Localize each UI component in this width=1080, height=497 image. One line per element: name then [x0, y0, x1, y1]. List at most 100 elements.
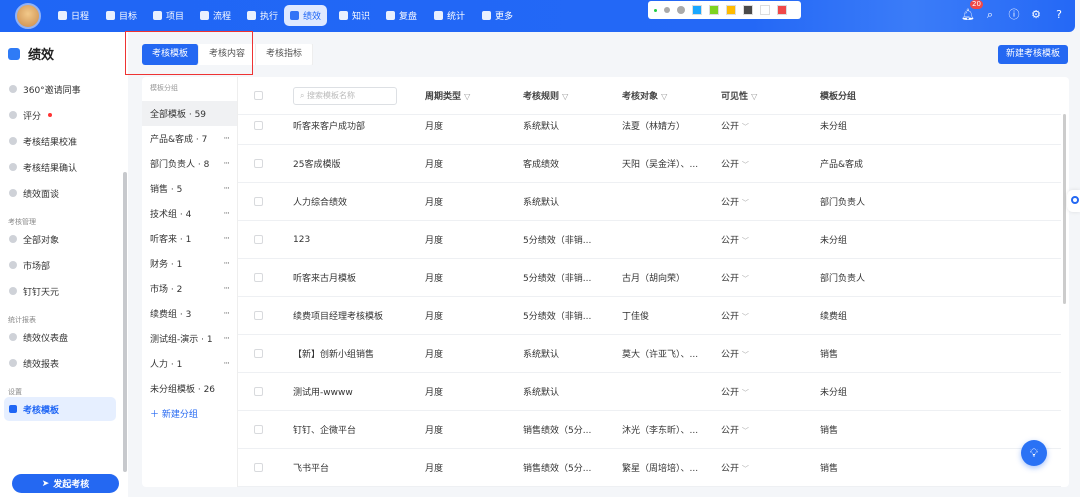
more-icon[interactable]: ···	[223, 359, 230, 369]
group-item[interactable]: 市场 · 2 ···	[142, 276, 237, 301]
sidebar-item[interactable]: 钉钉天元	[4, 279, 116, 303]
visibility-select[interactable]: 公开 ﹀	[721, 461, 749, 474]
filter-icon[interactable]: ▽	[751, 92, 757, 101]
sidebar-item[interactable]: 考核结果确认	[4, 155, 116, 179]
table-row[interactable]: 人力综合绩效 月度 系统默认 公开 ﹀ 部门负责人	[238, 183, 1061, 221]
header-visibility[interactable]: 可见性 ▽	[721, 89, 757, 102]
filter-icon[interactable]: ▽	[562, 92, 568, 101]
header-rule[interactable]: 考核规则 ▽	[523, 89, 568, 102]
tab-content[interactable]: 考核内容	[199, 44, 257, 65]
new-template-button[interactable]: 新建考核模板	[998, 45, 1068, 64]
nav-5[interactable]: 绩效	[284, 5, 328, 26]
more-icon[interactable]: ···	[223, 234, 230, 244]
row-checkbox[interactable]	[254, 159, 263, 168]
color-swatch[interactable]	[743, 5, 753, 15]
select-all-checkbox[interactable]	[254, 91, 263, 100]
row-checkbox[interactable]	[254, 197, 263, 206]
nav-3[interactable]: 流程	[194, 5, 237, 26]
help-icon[interactable]: ?	[1053, 9, 1065, 21]
new-group-button[interactable]: ＋ 新建分组	[150, 407, 198, 420]
nav-8[interactable]: 统计	[428, 5, 471, 26]
color-swatch[interactable]	[760, 5, 770, 15]
header-target[interactable]: 考核对象 ▽	[622, 89, 667, 102]
table-row[interactable]: 【新】创新小组销售 月度 系统默认 莫大（许亚飞）、... 公开 ﹀ 销售	[238, 335, 1061, 373]
visibility-select[interactable]: 公开 ﹀	[721, 385, 749, 398]
more-icon[interactable]: ···	[223, 184, 230, 194]
header-cycle[interactable]: 周期类型 ▽	[425, 89, 470, 102]
visibility-select[interactable]: 公开 ﹀	[721, 347, 749, 360]
color-swatch[interactable]	[692, 5, 702, 15]
group-item[interactable]: 人力 · 1 ···	[142, 351, 237, 376]
nav-9[interactable]: 更多	[476, 5, 519, 26]
nav-0[interactable]: 日程	[52, 5, 95, 26]
sidebar-scrollbar[interactable]	[123, 172, 127, 472]
sidebar-item[interactable]: 评分	[4, 103, 116, 127]
sidebar-item[interactable]: 360°邀请同事	[4, 77, 116, 101]
color-swatch[interactable]	[709, 5, 719, 15]
table-row[interactable]: 飞书平台 月度 销售绩效（5分... 繁星（周培培）、... 公开 ﹀ 销售	[238, 449, 1061, 487]
table-row[interactable]: 续费项目经理考核模板 月度 5分绩效（非销... 丁佳俊 公开 ﹀ 续费组	[238, 297, 1061, 335]
group-item[interactable]: 测试组-演示 · 1 ···	[142, 326, 237, 351]
more-icon[interactable]: ···	[223, 209, 230, 219]
sidebar-item[interactable]: 市场部	[4, 253, 116, 277]
group-item[interactable]: 销售 · 5 ···	[142, 176, 237, 201]
visibility-select[interactable]: 公开 ﹀	[721, 423, 749, 436]
dot-size-large[interactable]	[677, 6, 685, 14]
row-checkbox[interactable]	[254, 235, 263, 244]
group-item[interactable]: 未分组模板 · 26	[142, 376, 237, 401]
info-icon[interactable]: ⓘ	[1008, 9, 1020, 21]
sidebar-item[interactable]: 绩效仪表盘	[4, 325, 116, 349]
visibility-select[interactable]: 公开 ﹀	[721, 119, 749, 132]
sidebar-item[interactable]: 考核模板	[4, 397, 116, 421]
table-row[interactable]: 测试用-wwww 月度 系统默认 公开 ﹀ 未分组	[238, 373, 1061, 411]
table-row[interactable]: 听客来客户成功部 月度 系统默认 法夏（林婧方） 公开 ﹀ 未分组	[238, 107, 1061, 145]
more-icon[interactable]: ···	[223, 259, 230, 269]
visibility-select[interactable]: 公开 ﹀	[721, 195, 749, 208]
more-icon[interactable]: ···	[223, 134, 230, 144]
group-item[interactable]: 全部模板 · 59	[142, 101, 237, 126]
row-checkbox[interactable]	[254, 349, 263, 358]
group-item[interactable]: 部门负责人 · 8 ···	[142, 151, 237, 176]
side-assistant-tab[interactable]	[1067, 190, 1080, 212]
dot-size-medium[interactable]	[664, 7, 670, 13]
row-checkbox[interactable]	[254, 311, 263, 320]
visibility-select[interactable]: 公开 ﹀	[721, 309, 749, 322]
more-icon[interactable]: ···	[223, 309, 230, 319]
sidebar-item[interactable]: 考核结果校准	[4, 129, 116, 153]
visibility-select[interactable]: 公开 ﹀	[721, 233, 749, 246]
more-icon[interactable]: ···	[223, 159, 230, 169]
row-checkbox[interactable]	[254, 463, 263, 472]
row-checkbox[interactable]	[254, 425, 263, 434]
group-item[interactable]: 财务 · 1 ···	[142, 251, 237, 276]
group-item[interactable]: 技术组 · 4 ···	[142, 201, 237, 226]
row-checkbox[interactable]	[254, 387, 263, 396]
launch-review-button[interactable]: ➤ 发起考核	[12, 474, 119, 493]
filter-icon[interactable]: ▽	[661, 92, 667, 101]
more-icon[interactable]: ···	[223, 334, 230, 344]
nav-1[interactable]: 目标	[100, 5, 143, 26]
table-row[interactable]: 钉钉、企微平台 月度 销售绩效（5分... 沐光（李东昕）、... 公开 ﹀ 销售	[238, 411, 1061, 449]
tab-templates[interactable]: 考核模板	[142, 44, 200, 65]
group-item[interactable]: 听客来 · 1 ···	[142, 226, 237, 251]
visibility-select[interactable]: 公开 ﹀	[721, 157, 749, 170]
table-row[interactable]: 听客来古月模板 月度 5分绩效（非销... 古月（胡向荣） 公开 ﹀ 部门负责人	[238, 259, 1061, 297]
nav-2[interactable]: 项目	[147, 5, 190, 26]
color-swatch[interactable]	[777, 5, 787, 15]
tab-indicators[interactable]: 考核指标	[256, 44, 314, 65]
gear-icon[interactable]: ⚙	[1030, 9, 1042, 21]
nav-6[interactable]: 知识	[333, 5, 376, 26]
table-row[interactable]: 123 月度 5分绩效（非销... 公开 ﹀ 未分组	[238, 221, 1061, 259]
nav-4[interactable]: 执行	[241, 5, 284, 26]
nav-7[interactable]: 复盘	[380, 5, 423, 26]
user-avatar[interactable]	[15, 3, 41, 29]
table-row[interactable]: 25客成模版 月度 客成绩效 天阳（吴金洋）、... 公开 ﹀ 产品&客成	[238, 145, 1061, 183]
search-input[interactable]: ⌕ 搜索模板名称	[293, 86, 397, 105]
row-checkbox[interactable]	[254, 273, 263, 282]
dot-size-small[interactable]	[654, 8, 657, 12]
idea-fab-button[interactable]: 💡︎	[1021, 440, 1047, 466]
group-item[interactable]: 产品&客成 · 7 ···	[142, 126, 237, 151]
color-swatch[interactable]	[726, 5, 736, 15]
filter-icon[interactable]: ▽	[464, 92, 470, 101]
group-item[interactable]: 续费组 · 3 ···	[142, 301, 237, 326]
visibility-select[interactable]: 公开 ﹀	[721, 271, 749, 284]
